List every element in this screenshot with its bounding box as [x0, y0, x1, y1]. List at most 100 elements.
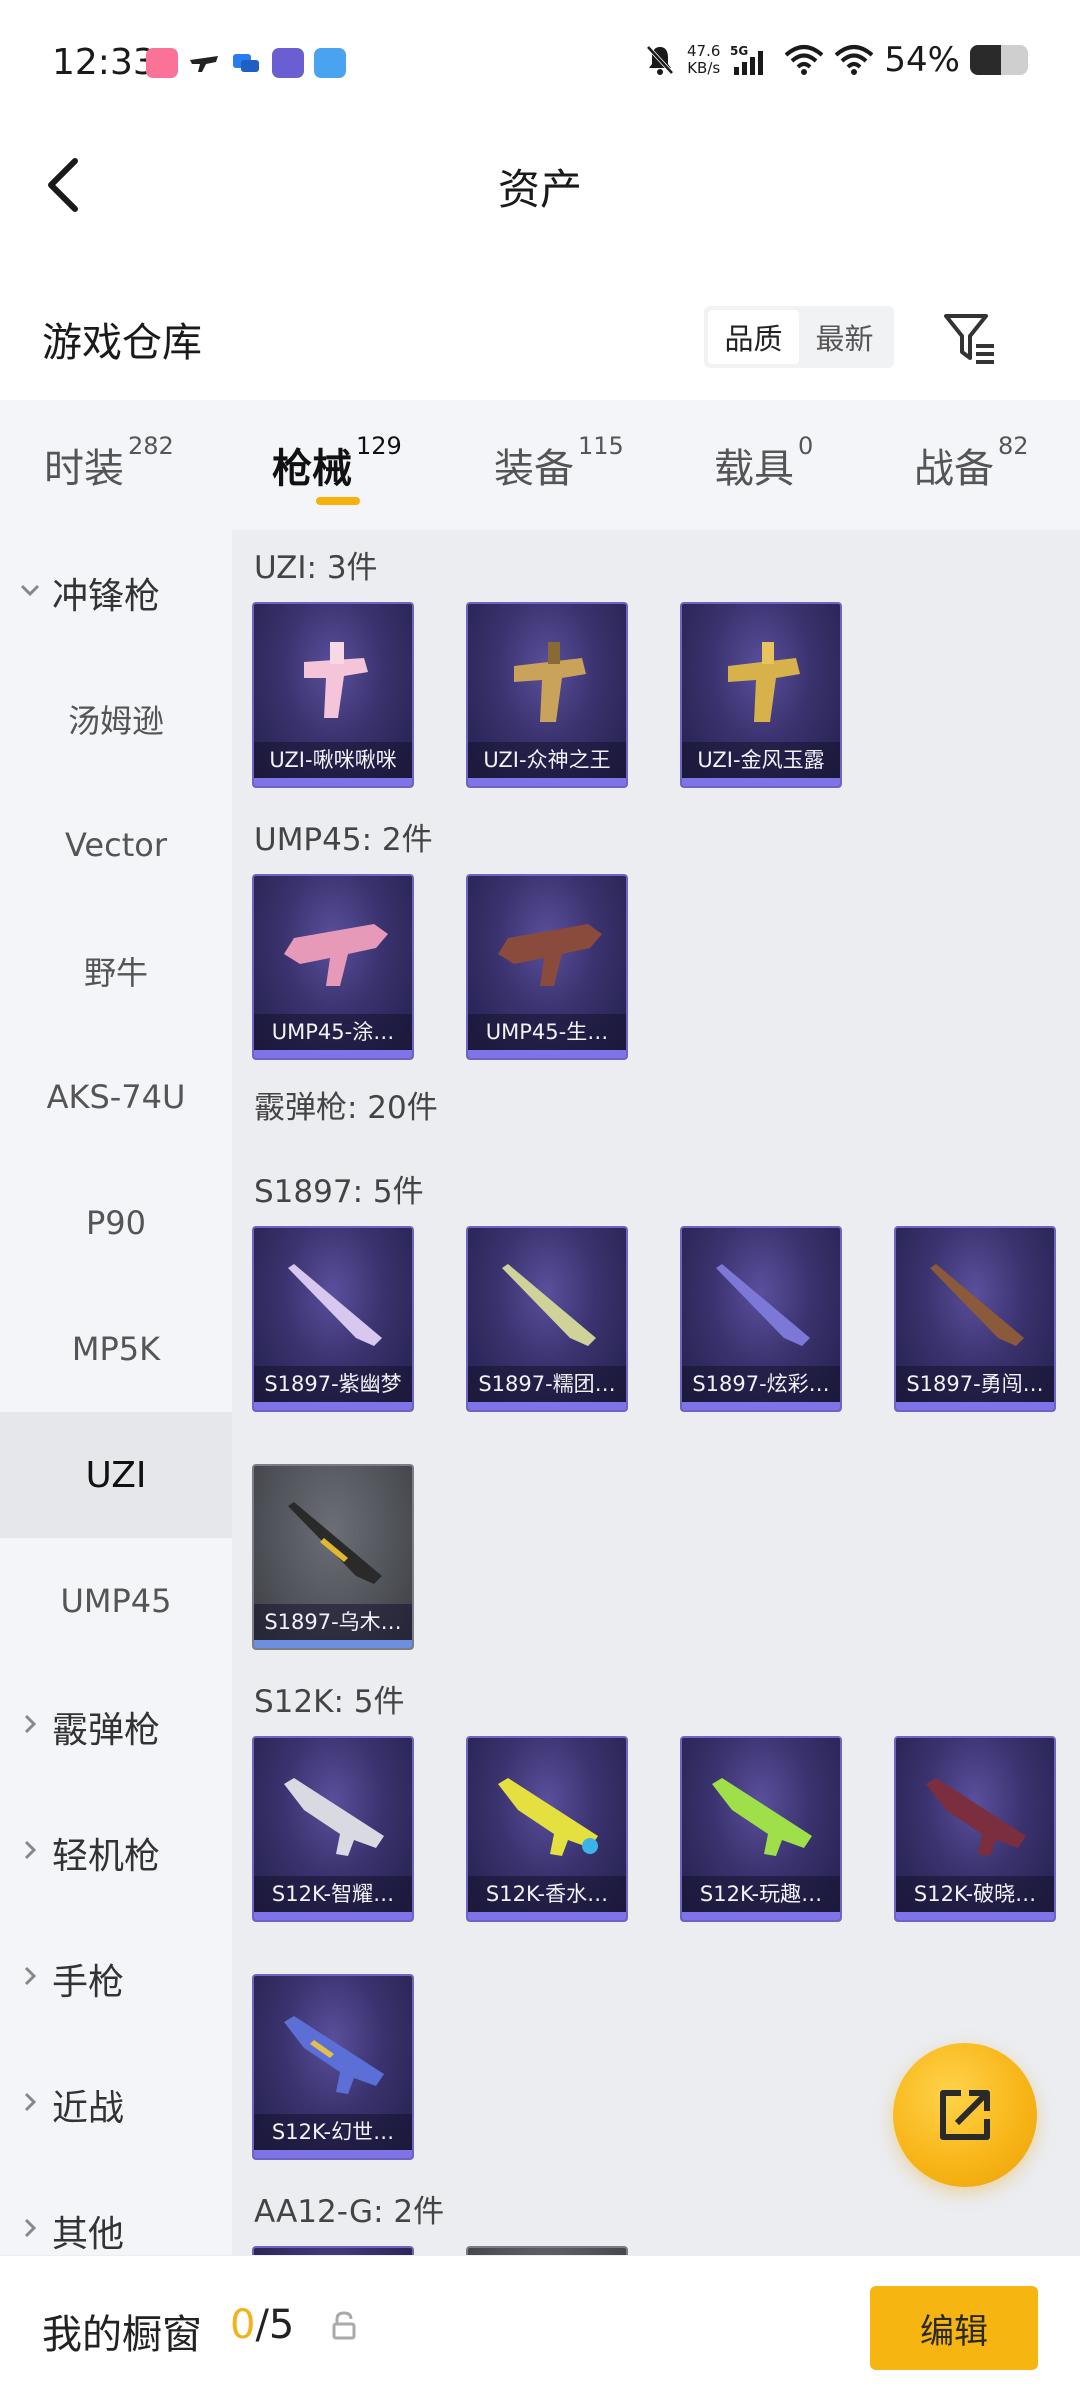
title-bar: 资产: [0, 130, 1080, 240]
skin-card[interactable]: S1897-勇闯…: [894, 1226, 1056, 1412]
sidebar-label: 轻机枪: [52, 1836, 161, 1877]
sidebar-group-shotgun[interactable]: 霰弹枪: [0, 1664, 232, 1790]
sidebar-group-smg[interactable]: 冲锋枪: [0, 530, 232, 656]
share-fab-button[interactable]: [893, 2043, 1037, 2187]
tab-equipment[interactable]: 装备 115: [494, 432, 624, 494]
sidebar-label: 手枪: [52, 1962, 125, 2003]
share-export-icon: [940, 2090, 990, 2140]
warehouse-header: 游戏仓库 品质 最新: [0, 290, 1080, 390]
sidebar-item-p90[interactable]: P90: [0, 1160, 232, 1286]
item-list: UZI: 3件 UZI-啾咪啾咪 UZI-众神之王 UZI-金风玉露 UMP45…: [232, 530, 1080, 2255]
rifle-skin-icon: [712, 1778, 812, 1856]
tab-fashion[interactable]: 时装 282: [44, 432, 174, 494]
tab-label: 枪械: [272, 446, 352, 492]
skin-card[interactable]: UZI-啾咪啾咪: [252, 602, 414, 788]
sidebar-group-pistol[interactable]: 手枪: [0, 1916, 232, 2042]
battery-percent: 54%: [884, 40, 960, 80]
sidebar-item-bizon[interactable]: 野牛: [0, 908, 232, 1034]
skin-name: UZI-啾咪啾咪: [254, 742, 412, 778]
smg-skin-icon: [284, 924, 388, 986]
skin-card[interactable]: S12K-香水…: [466, 1736, 628, 1922]
skin-name: S1897-炫彩…: [682, 1366, 840, 1402]
filter-button[interactable]: [940, 308, 1000, 368]
rarity-bar: [468, 1912, 626, 1920]
tab-battle-prep[interactable]: 战备 82: [914, 432, 1029, 494]
skin-card[interactable]: S12K-玩趣…: [680, 1736, 842, 1922]
chat-icon: [230, 48, 262, 78]
category-tabs: 时装 282 枪械 129 装备 115 载具 0 战备 82: [0, 400, 1080, 530]
net-speed-value: 47.6: [687, 42, 721, 60]
skin-name: UZI-金风玉露: [682, 742, 840, 778]
rarity-bar: [468, 1050, 626, 1058]
rifle-skin-icon: [284, 2016, 384, 2094]
skin-card[interactable]: S1897-紫幽梦: [252, 1226, 414, 1412]
skin-card[interactable]: UMP45-涂…: [252, 874, 414, 1060]
sort-quality-button[interactable]: 品质: [708, 310, 799, 364]
mute-bell-icon: [646, 45, 674, 75]
filter-icon: [944, 314, 994, 364]
rarity-bar: [254, 2150, 412, 2158]
bilibili-icon: [146, 48, 178, 78]
shotgun-skin-icon: [288, 1502, 382, 1584]
tab-vehicles[interactable]: 载具 0: [714, 432, 813, 494]
skin-card[interactable]: S1897-乌木…: [252, 1464, 414, 1650]
skin-card[interactable]: S1897-炫彩…: [680, 1226, 842, 1412]
skin-name: S1897-糯团…: [468, 1366, 626, 1402]
sidebar-item-uzi[interactable]: UZI: [0, 1412, 232, 1538]
skin-name: UMP45-生…: [468, 1014, 626, 1050]
lock-icon: [332, 2311, 356, 2340]
section-title-uzi: UZI: 3件: [254, 550, 378, 586]
rifle-skin-icon: [926, 1778, 1026, 1856]
sidebar-item-mp5k[interactable]: MP5K: [0, 1286, 232, 1412]
sidebar-item-vector[interactable]: Vector: [0, 782, 232, 908]
wifi-icon-2: [835, 45, 874, 75]
photos-icon: [314, 48, 346, 78]
status-time: 12:33: [52, 42, 156, 83]
sidebar-group-other[interactable]: 其他: [0, 2168, 232, 2255]
skin-name: UZI-众神之王: [468, 742, 626, 778]
shotgun-skin-icon: [716, 1264, 810, 1346]
skin-card[interactable]: S12K-幻世…: [252, 1974, 414, 2160]
rarity-bar: [254, 778, 412, 786]
smg-skin-icon: [514, 642, 586, 722]
status-bar: 12:33 47.6 KB/s 5G 54%: [0, 0, 1080, 130]
skin-card[interactable]: UZI-金风玉露: [680, 602, 842, 788]
showcase-count: 0/5: [230, 2302, 294, 2348]
skin-card[interactable]: [252, 2246, 414, 2255]
rarity-bar: [468, 778, 626, 786]
skin-card[interactable]: UMP45-生…: [466, 874, 628, 1060]
sidebar-label: 其他: [52, 2214, 125, 2255]
shotgun-skin-icon: [930, 1264, 1024, 1346]
tab-count: 0: [798, 432, 814, 460]
wifi-icon: [785, 45, 824, 75]
battery-icon: [970, 45, 1028, 75]
rifle-skin-icon: [284, 1778, 384, 1856]
edit-button[interactable]: 编辑: [870, 2286, 1038, 2370]
sidebar-group-melee[interactable]: 近战: [0, 2042, 232, 2168]
sort-toggle: 品质 最新: [704, 306, 894, 368]
skin-card[interactable]: UZI-众神之王: [466, 602, 628, 788]
page-title: 资产: [497, 165, 582, 214]
sidebar-label: 近战: [52, 2088, 125, 2129]
skin-card[interactable]: S12K-智耀…: [252, 1736, 414, 1922]
skin-name: S1897-乌木…: [254, 1604, 412, 1640]
skin-card[interactable]: S12K-破晓…: [894, 1736, 1056, 1922]
tab-firearms[interactable]: 枪械 129: [272, 432, 402, 494]
sidebar-group-lmg[interactable]: 轻机枪: [0, 1790, 232, 1916]
tab-count: 82: [998, 432, 1029, 460]
sidebar-item-ump45[interactable]: UMP45: [0, 1538, 232, 1664]
shotgun-skin-icon: [502, 1264, 596, 1346]
sidebar-label: 霰弹枪: [52, 1710, 161, 1751]
tab-count: 129: [356, 432, 402, 460]
chevron-right-icon: [24, 2092, 37, 2112]
sort-newest-button[interactable]: 最新: [799, 310, 890, 364]
skin-card[interactable]: S1897-糯团…: [466, 1226, 628, 1412]
sidebar-item-thompson[interactable]: 汤姆逊: [0, 656, 232, 782]
rarity-bar: [682, 778, 840, 786]
skin-name: UMP45-涂…: [254, 1014, 412, 1050]
skin-name: S1897-勇闯…: [896, 1366, 1054, 1402]
skin-card[interactable]: [466, 2246, 628, 2255]
sidebar-item-aks74u[interactable]: AKS-74U: [0, 1034, 232, 1160]
skin-name: S12K-幻世…: [254, 2114, 412, 2150]
showcase-label: 我的橱窗: [42, 2312, 202, 2358]
